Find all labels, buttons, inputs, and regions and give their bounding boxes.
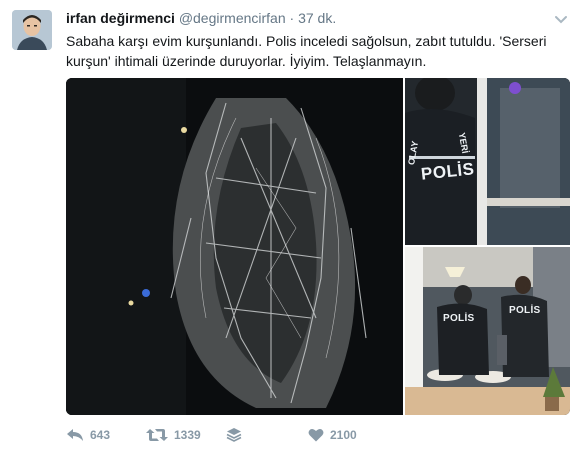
photo-shattered-glass[interactable] [66, 78, 403, 415]
reply-icon [67, 429, 83, 441]
author-handle[interactable]: @degirmencirfan [179, 10, 286, 26]
tweet-actions: 643 1339 2100 [66, 424, 566, 446]
author-name[interactable]: irfan değirmenci [66, 10, 175, 26]
retweet-count: 1339 [174, 428, 201, 442]
photo3-vest-text-polis-right: POLİS [509, 305, 541, 316]
shattered-glass-image [66, 78, 403, 415]
chevron-down-icon [555, 16, 567, 24]
avatar-image [12, 10, 52, 50]
tweet-text: Sabaha karşı evim kurşunlandı. Polis inc… [66, 33, 547, 69]
stack-button[interactable] [226, 424, 242, 446]
reply-count: 643 [90, 428, 111, 442]
retweet-icon [146, 429, 168, 441]
like-count: 2100 [330, 428, 357, 442]
police-room-image [405, 247, 570, 415]
heart-icon [308, 429, 324, 442]
police-window-image [405, 78, 570, 245]
separator: · [289, 10, 295, 26]
photo-police-window[interactable]: POLİS OLAY YERİ [405, 78, 570, 245]
timestamp[interactable]: 37 dk. [298, 10, 336, 26]
more-menu-button[interactable] [554, 12, 568, 24]
stack-icon [226, 428, 242, 442]
like-button[interactable]: 2100 [308, 424, 357, 446]
photo-police-room[interactable]: POLİS POLİS [405, 247, 570, 415]
avatar[interactable] [12, 10, 52, 50]
reply-button[interactable]: 643 [66, 424, 110, 446]
tweet-header: irfan değirmenci @degirmencirfan · 37 dk… [66, 10, 336, 26]
retweet-button[interactable]: 1339 [146, 424, 201, 446]
media-grid: POLİS OLAY YERİ POLİS POLİS [66, 78, 570, 415]
photo3-vest-text-polis-left: POLİS [443, 313, 475, 324]
